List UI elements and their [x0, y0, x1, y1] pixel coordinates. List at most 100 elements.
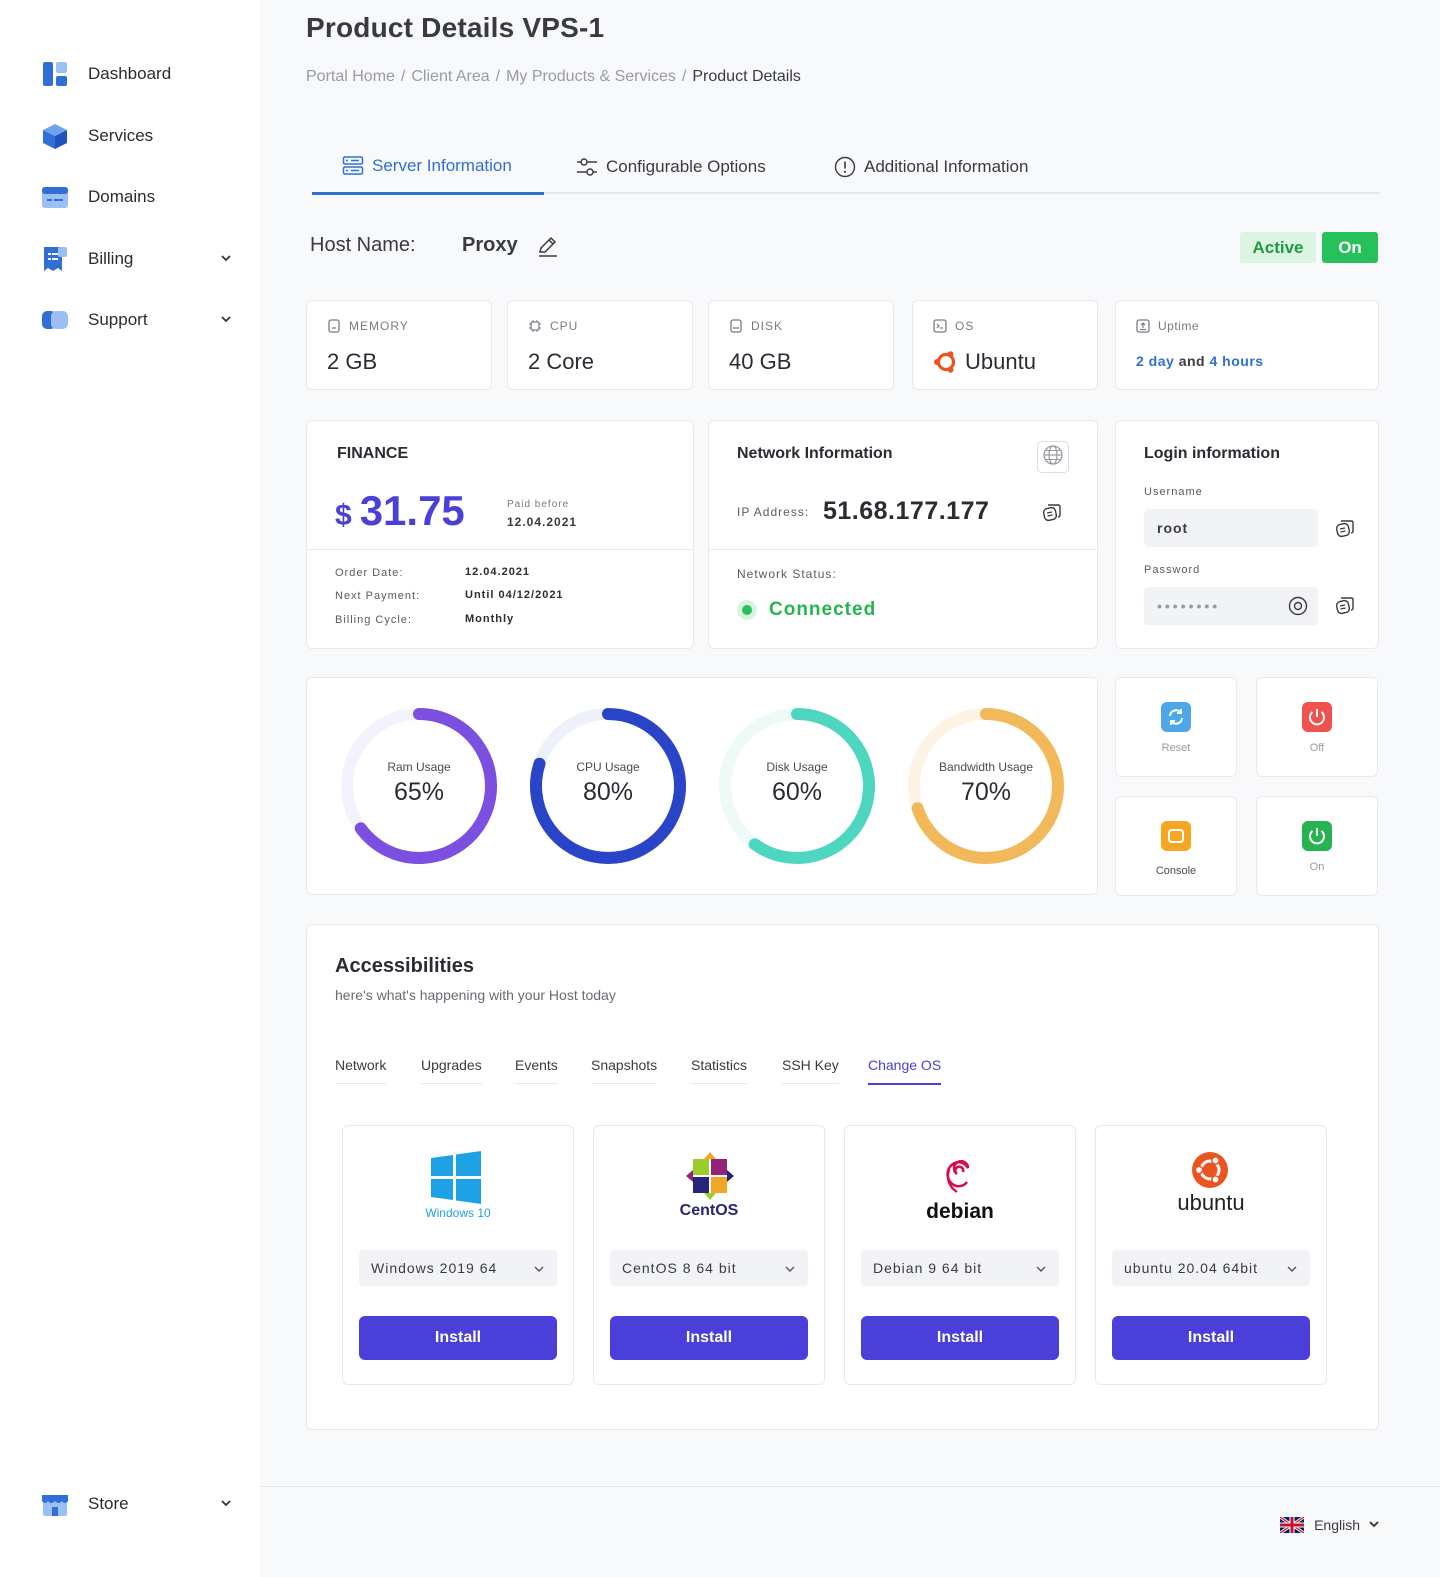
- tab-events[interactable]: Events: [515, 1057, 558, 1084]
- sidebar-item-support[interactable]: Support: [40, 300, 236, 340]
- host-name-label: Host Name:: [310, 234, 416, 256]
- chevron-down-icon: [216, 313, 236, 328]
- gauge-label: CPU Usage: [576, 760, 640, 774]
- password-mask: ••••••••: [1157, 598, 1221, 614]
- power-icon: [1302, 702, 1332, 732]
- tab-additional-information[interactable]: Additional Information: [834, 140, 1028, 194]
- os-header: OS: [933, 319, 974, 333]
- language-selector[interactable]: English: [1279, 1515, 1380, 1535]
- install-debian-button[interactable]: Install: [861, 1316, 1059, 1360]
- tab-ssh-key[interactable]: SSH Key: [782, 1057, 839, 1084]
- paid-before-date: 12.04.2021: [507, 515, 578, 529]
- sidebar-item-label: Services: [88, 126, 154, 145]
- finance-title: FINANCE: [337, 445, 409, 462]
- breadcrumb-my-products[interactable]: My Products & Services: [506, 68, 676, 86]
- breadcrumb-separator: /: [681, 68, 687, 85]
- debian-logo: debian: [845, 1150, 1075, 1230]
- disk-icon: [729, 319, 743, 333]
- select-value: Windows 2019 64: [371, 1260, 498, 1276]
- network-status-label: Network Status:: [737, 567, 837, 581]
- os-option-windows: Windows 10 Windows 2019 64 Install: [342, 1125, 574, 1385]
- cpu-value: 2 Core: [528, 349, 595, 374]
- uk-flag-icon: [1279, 1515, 1305, 1535]
- accessibilities-title: Accessibilities: [335, 955, 474, 977]
- next-payment-label: Next Payment:: [335, 590, 421, 602]
- os-label: OS: [955, 319, 975, 333]
- os-value: Ubuntu: [965, 349, 1036, 374]
- breadcrumb-separator: /: [400, 68, 406, 85]
- globe-button[interactable]: [1037, 441, 1069, 473]
- power-off-button[interactable]: Off: [1256, 677, 1378, 777]
- install-centos-button[interactable]: Install: [610, 1316, 808, 1360]
- copy-password-icon[interactable]: [1334, 594, 1356, 616]
- centos-version-select[interactable]: CentOS 8 64 bit: [610, 1250, 808, 1286]
- sidebar-item-store[interactable]: Store: [40, 1484, 236, 1524]
- windows-logo: Windows 10: [343, 1150, 573, 1230]
- install-windows-button[interactable]: Install: [359, 1316, 557, 1360]
- power-icon: [1302, 821, 1332, 851]
- memory-card: MEMORY 2 GB: [306, 300, 492, 390]
- username-field[interactable]: [1144, 509, 1318, 547]
- breadcrumb-current: Product Details: [692, 68, 801, 85]
- tab-configurable-options[interactable]: Configurable Options: [576, 140, 766, 194]
- edit-pencil-icon[interactable]: [536, 234, 560, 258]
- tab-server-information[interactable]: Server Information: [312, 140, 544, 195]
- breadcrumb-portal-home[interactable]: Portal Home: [306, 68, 395, 86]
- ip-address-value: 51.68.177.177: [823, 497, 990, 525]
- next-payment-value: Until 04/12/2021: [465, 589, 564, 601]
- ram-usage-gauge: Ram Usage 65%: [337, 704, 501, 868]
- cpu-label: CPU: [550, 319, 579, 333]
- gauge-value: 65%: [393, 778, 445, 806]
- sidebar-item-dashboard[interactable]: Dashboard: [40, 54, 236, 94]
- uptime-value: 2 day and 4 hours: [1136, 353, 1264, 369]
- copy-username-icon[interactable]: [1334, 517, 1356, 539]
- ubuntu-logo-text: ubuntu: [1177, 1190, 1245, 1215]
- power-on-badge[interactable]: On: [1322, 232, 1378, 263]
- console-button[interactable]: Console: [1115, 796, 1237, 896]
- gauge-value: 80%: [582, 778, 634, 806]
- network-status-text: Connected: [769, 599, 877, 620]
- uptime-hours: 4 hours: [1209, 353, 1264, 369]
- reset-button[interactable]: Reset: [1115, 677, 1237, 777]
- tab-label: Configurable Options: [606, 157, 766, 176]
- ubuntu-logo-icon: [933, 349, 959, 375]
- terminal-icon: [933, 319, 947, 333]
- copy-ip-icon[interactable]: [1041, 501, 1063, 523]
- login-title: Login information: [1144, 445, 1280, 462]
- receipt-icon: [40, 244, 70, 274]
- gauge-value: 70%: [960, 778, 1012, 806]
- sliders-icon: [576, 156, 598, 178]
- windows-version-select[interactable]: Windows 2019 64: [359, 1250, 557, 1286]
- power-on-button[interactable]: On: [1256, 796, 1378, 896]
- tab-network[interactable]: Network: [335, 1057, 387, 1084]
- store-icon: [40, 1489, 70, 1519]
- cube-icon: [40, 121, 70, 151]
- ubuntu-version-select[interactable]: ubuntu 20.04 64bit: [1112, 1250, 1310, 1286]
- tab-snapshots[interactable]: Snapshots: [591, 1057, 658, 1084]
- breadcrumb-client-area[interactable]: Client Area: [411, 68, 489, 86]
- order-date-label: Order Date:: [335, 567, 404, 579]
- cpu-header: CPU: [528, 319, 578, 333]
- debian-version-select[interactable]: Debian 9 64 bit: [861, 1250, 1059, 1286]
- usage-card: Ram Usage 65% CPU Usage 80% Disk Usage 6…: [306, 677, 1098, 895]
- breadcrumb: Portal Home / Client Area / My Products …: [306, 68, 801, 86]
- language-label: English: [1314, 1517, 1360, 1533]
- disk-label: DISK: [751, 319, 784, 333]
- gauge-label: Ram Usage: [387, 760, 451, 774]
- disk-value: 40 GB: [729, 349, 792, 374]
- cpu-chip-icon: [528, 319, 542, 333]
- billing-cycle-label: Billing Cycle:: [335, 614, 412, 626]
- tab-upgrades[interactable]: Upgrades: [421, 1057, 482, 1084]
- sidebar-item-billing[interactable]: Billing: [40, 239, 236, 279]
- uptime-and: and: [1178, 353, 1206, 369]
- install-ubuntu-button[interactable]: Install: [1112, 1316, 1310, 1360]
- sidebar-item-services[interactable]: Services: [40, 116, 236, 156]
- eye-icon[interactable]: [1288, 596, 1308, 616]
- accessibilities-card: Accessibilities here's what's happening …: [306, 924, 1379, 1430]
- tab-change-os[interactable]: Change OS: [868, 1057, 942, 1085]
- reset-icon: [1161, 702, 1191, 732]
- tab-statistics[interactable]: Statistics: [691, 1057, 748, 1084]
- chevron-down-icon: [1368, 1518, 1380, 1533]
- reset-label: Reset: [1161, 742, 1191, 754]
- sidebar-item-domains[interactable]: Domains: [40, 177, 236, 217]
